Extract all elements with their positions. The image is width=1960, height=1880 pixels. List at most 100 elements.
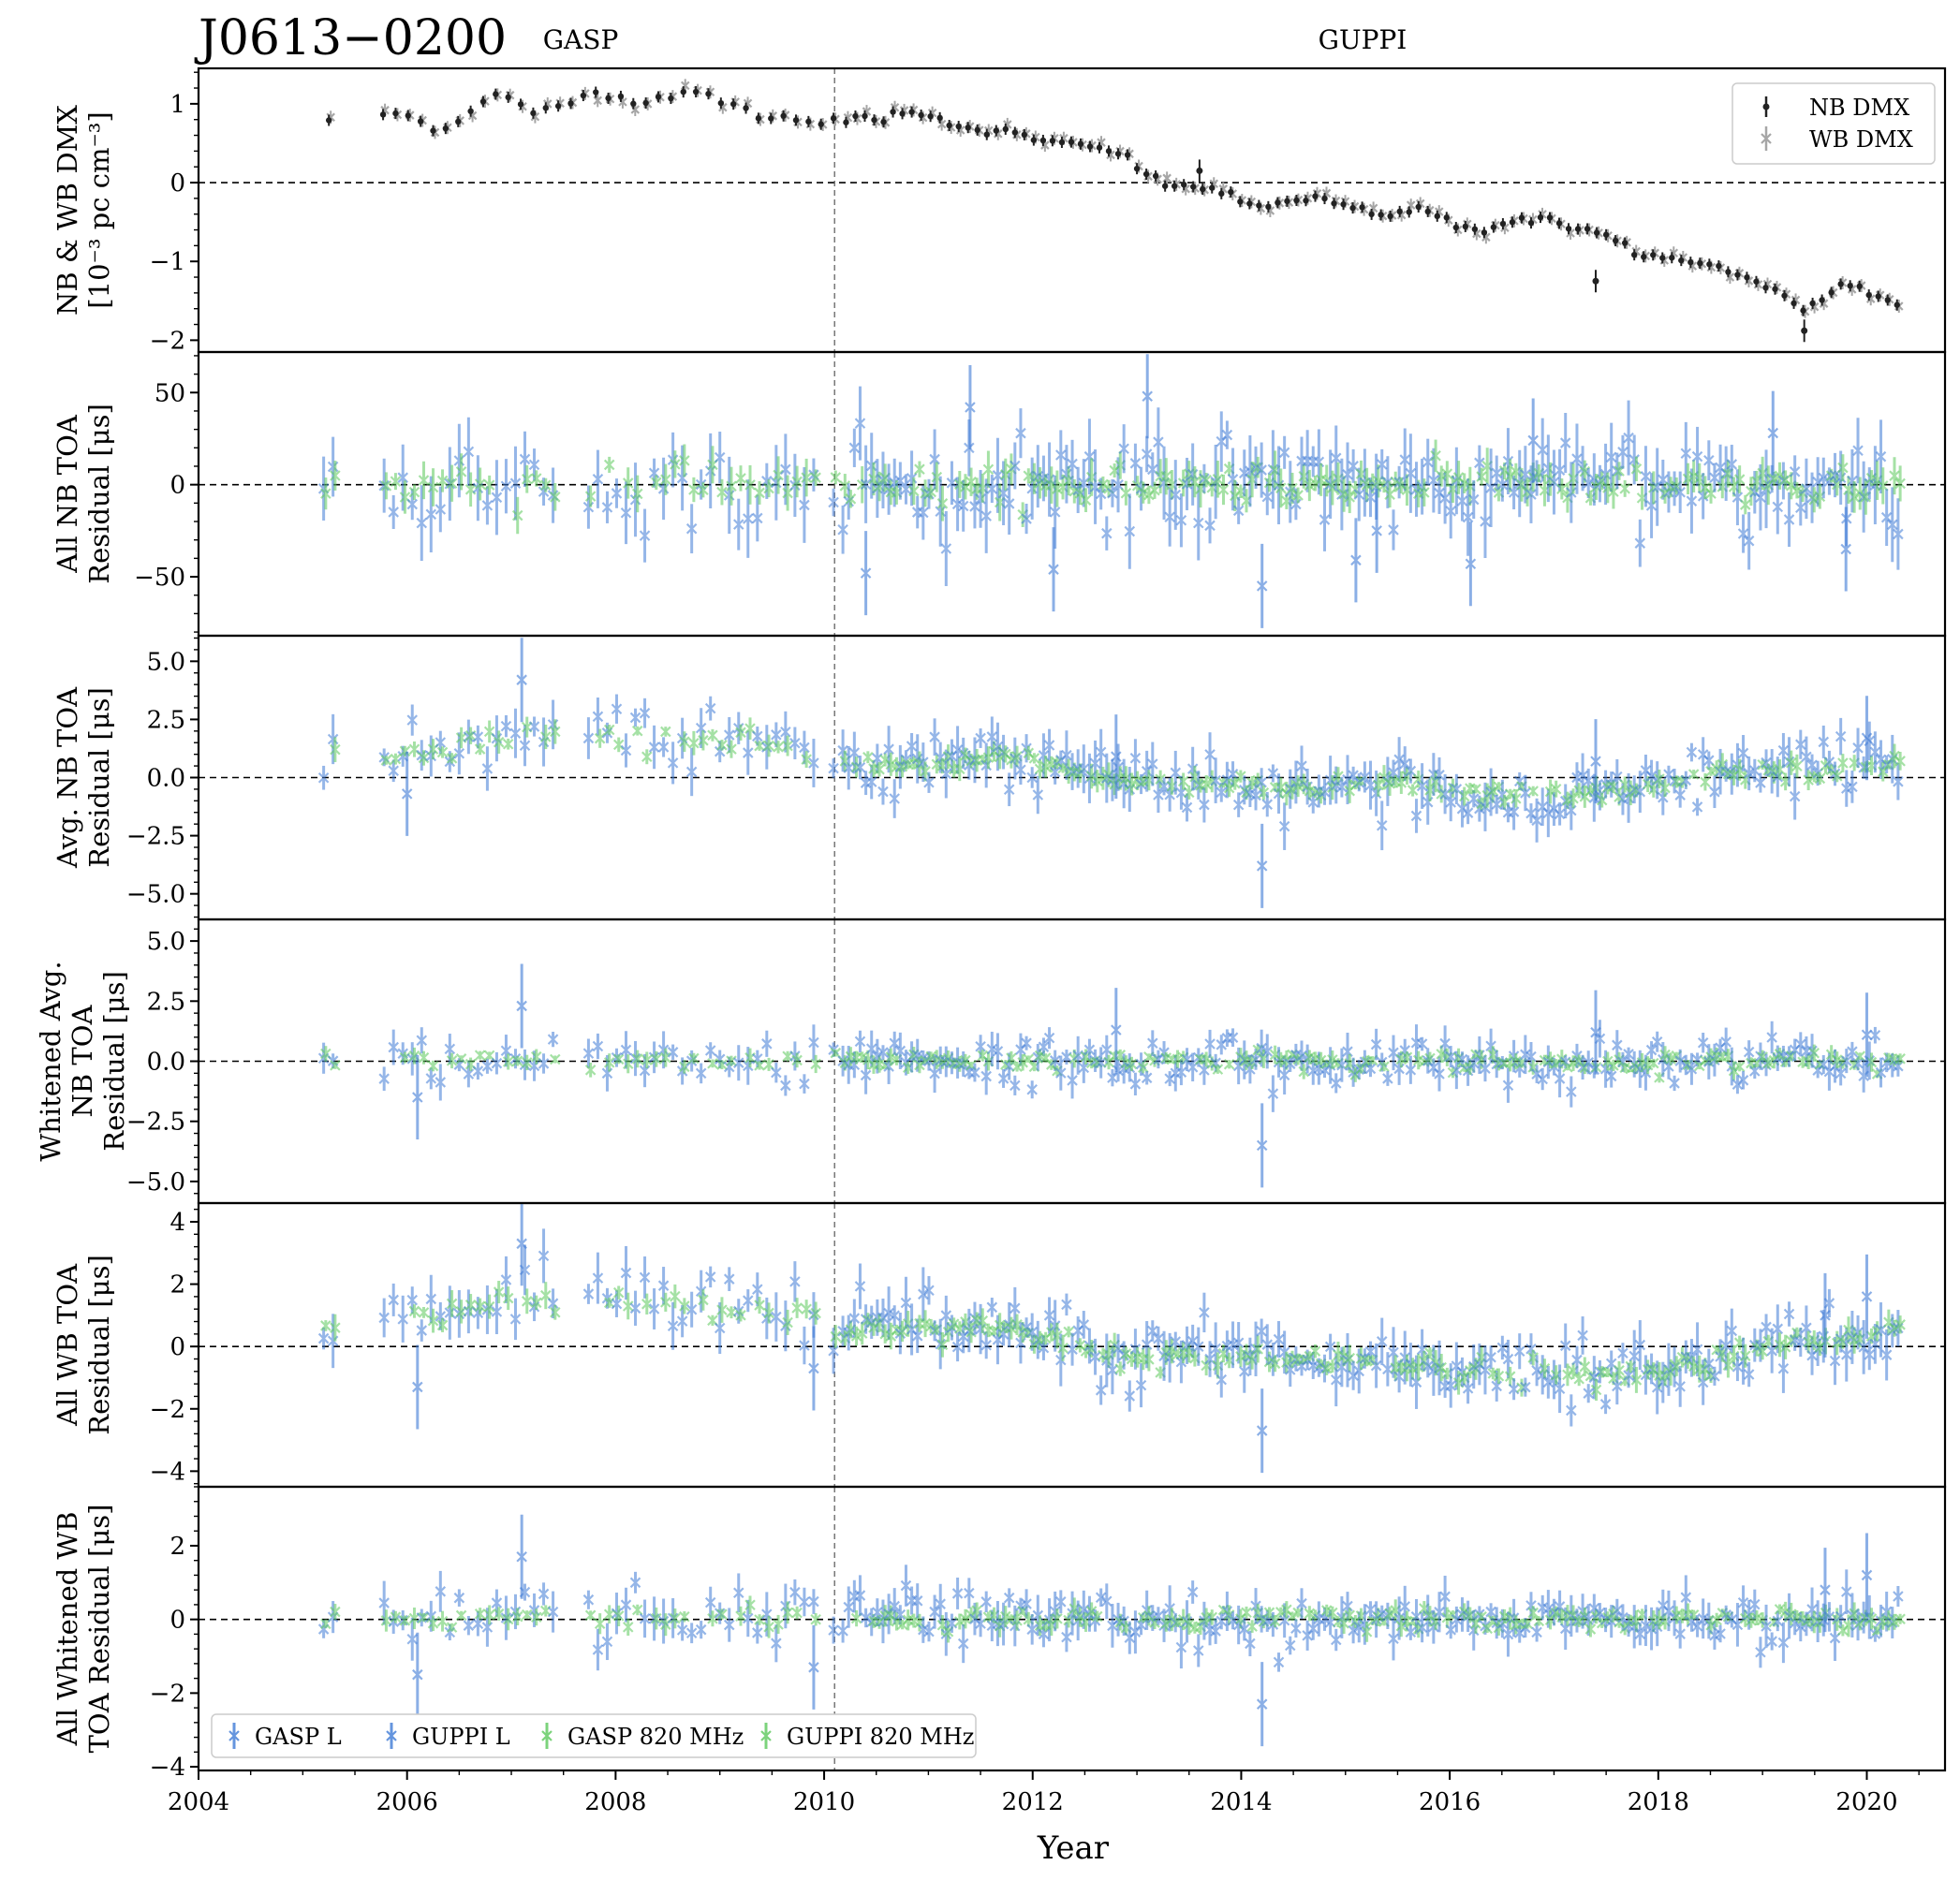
nb-dmx-marker xyxy=(1209,184,1216,191)
nb-dmx-marker xyxy=(862,112,868,120)
nb-dmx-marker xyxy=(899,110,906,117)
dmx-point xyxy=(1293,193,1304,207)
l-band-outlier xyxy=(1142,354,1153,439)
nb-dmx-marker xyxy=(1246,200,1253,207)
dmx-point xyxy=(1387,209,1397,223)
y-tick-label: 0 xyxy=(169,472,185,500)
nb-dmx-marker xyxy=(630,100,637,107)
dmx-point xyxy=(379,103,390,121)
nb-dmx-marker xyxy=(729,100,737,108)
l-band-point xyxy=(799,1074,810,1094)
l-band-point xyxy=(780,1075,791,1096)
nb-dmx-marker xyxy=(325,117,332,124)
nb-dmx-marker xyxy=(830,115,837,122)
band-820-point xyxy=(1619,479,1630,497)
dmx-point xyxy=(1415,197,1425,213)
plot-area-all_wb xyxy=(199,1203,1945,1487)
nb-dmx-marker xyxy=(1781,292,1788,299)
dmx-point xyxy=(1284,195,1294,210)
l-band-point xyxy=(1164,1071,1175,1087)
nb-dmx-marker xyxy=(1875,293,1881,300)
nb-dmx-marker xyxy=(567,100,574,107)
band-820-point xyxy=(1894,465,1906,502)
nb-dmx-marker xyxy=(1762,285,1769,291)
nb-dmx-marker xyxy=(1200,185,1206,193)
l-band-point xyxy=(1410,799,1422,833)
dmx-point xyxy=(1734,266,1745,281)
dmx-point xyxy=(1349,199,1360,214)
y-axis-label-line: Whitened Avg. xyxy=(35,961,66,1161)
l-band-point xyxy=(889,779,900,818)
l-band-outlier xyxy=(1256,823,1268,908)
l-band-point xyxy=(406,704,419,736)
dmx-point xyxy=(1669,246,1679,264)
nb-dmx-marker xyxy=(1049,138,1056,144)
dmx-point xyxy=(417,113,427,127)
y-tick-label: −2.5 xyxy=(126,1109,185,1137)
nb-dmx-marker xyxy=(417,118,424,125)
band-820-point xyxy=(1527,786,1539,797)
dmx-point xyxy=(1021,126,1031,140)
l-band-point xyxy=(388,494,399,529)
l-band-point xyxy=(592,1252,604,1304)
nb-dmx-marker xyxy=(1641,254,1647,260)
nb-dmx-marker xyxy=(1378,212,1384,218)
l-band-outlier xyxy=(412,1055,423,1140)
dmx-point xyxy=(1584,223,1594,237)
l-band-point xyxy=(528,716,540,737)
l-band-point xyxy=(1204,732,1216,777)
l-band-point xyxy=(732,498,744,551)
l-band-point xyxy=(1141,1071,1153,1085)
dmx-point xyxy=(630,97,641,116)
dmx-point xyxy=(729,95,740,110)
l-band-point xyxy=(1388,509,1399,551)
l-band-point xyxy=(1869,1026,1881,1044)
l-band-outlier xyxy=(1048,527,1059,612)
l-band-point xyxy=(1537,787,1548,827)
nb-dmx-marker xyxy=(1275,199,1281,206)
nb-dmx-marker xyxy=(1077,140,1084,148)
l-band-point xyxy=(639,1256,651,1299)
nb-dmx-marker xyxy=(1847,283,1853,289)
l-band-point xyxy=(1709,775,1720,809)
dmx-point xyxy=(1650,246,1660,261)
l-band-outlier xyxy=(1840,507,1851,592)
dmx-point xyxy=(442,121,452,135)
l-band-point xyxy=(639,508,651,563)
dmx-point xyxy=(554,96,565,112)
nb-dmx-marker xyxy=(1021,131,1028,139)
nb-dmx-marker xyxy=(1228,188,1234,196)
nb-dmx-marker xyxy=(1434,213,1440,220)
nb-dmx-marker xyxy=(768,115,774,122)
l-band-point xyxy=(667,1301,679,1350)
y-tick-label: −1 xyxy=(150,248,185,276)
panel-dmx: 1 0 −1 −2 NB & WB DMX[10⁻³ pc cm⁻³] NB DMX WB … xyxy=(52,66,1947,355)
nb-dmx-marker xyxy=(1086,143,1094,150)
nb-dmx-marker xyxy=(1602,231,1610,238)
nb-dmx-marker xyxy=(1537,213,1544,221)
dmx-point xyxy=(1837,275,1848,290)
l-band-point xyxy=(1015,408,1026,459)
l-band-point xyxy=(940,510,952,587)
nb-dmx-marker xyxy=(1058,139,1066,146)
nb-dmx-marker xyxy=(1791,300,1797,307)
nb-dmx-marker xyxy=(1359,204,1365,211)
dmx-point xyxy=(1265,200,1275,218)
dmx-point xyxy=(1256,199,1266,215)
nb-dmx-marker xyxy=(927,113,934,120)
nb-dmx-marker xyxy=(843,119,849,125)
nb-dmx-marker xyxy=(1180,182,1187,188)
l-band-point xyxy=(538,1053,550,1074)
dmx-point xyxy=(1800,304,1810,318)
dmx-point xyxy=(1152,170,1162,186)
dmx-point xyxy=(705,85,715,100)
nb-dmx-marker xyxy=(1499,220,1507,228)
dmx-point xyxy=(1509,213,1519,228)
dmx-point xyxy=(1133,159,1143,175)
dmx-point xyxy=(1574,223,1584,237)
dmx-point xyxy=(1142,169,1153,184)
nb-dmx-marker xyxy=(1237,198,1244,205)
l-band-point xyxy=(416,1027,428,1054)
dmx-point xyxy=(1406,198,1416,218)
nb-dmx-marker xyxy=(1331,200,1337,207)
